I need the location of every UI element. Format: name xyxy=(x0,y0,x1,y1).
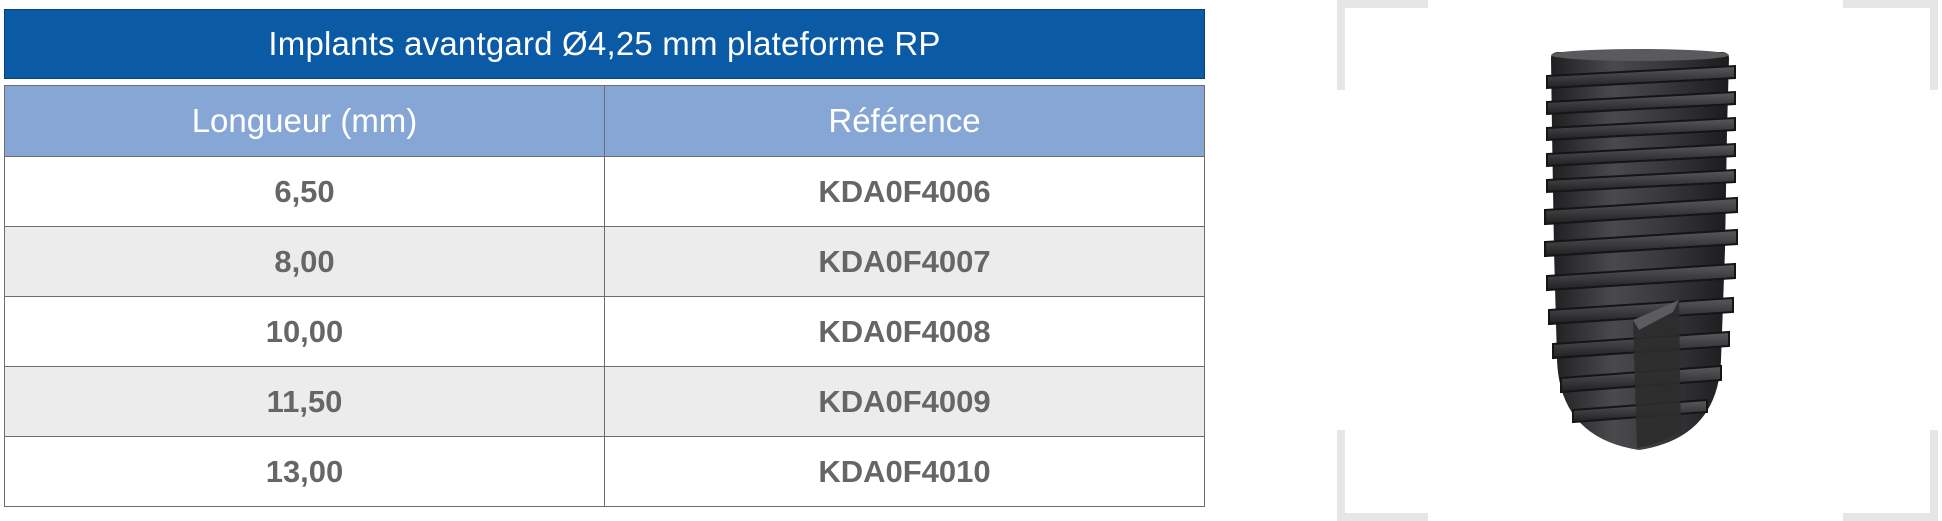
reference-cell: KDA0F4009 xyxy=(604,366,1205,437)
length-cell: 11,50 xyxy=(4,366,605,437)
dental-implant-icon xyxy=(1337,0,1938,521)
reference-cell: KDA0F4006 xyxy=(604,156,1205,227)
table-row: 8,00 KDA0F4007 xyxy=(4,226,1205,297)
table-header-row: Longueur (mm) Référence xyxy=(4,85,1205,157)
reference-cell: KDA0F4010 xyxy=(604,436,1205,507)
table-row: 6,50 KDA0F4006 xyxy=(4,156,1205,227)
table-row: 10,00 KDA0F4008 xyxy=(4,296,1205,367)
reference-cell: KDA0F4008 xyxy=(604,296,1205,367)
table-row: 13,00 KDA0F4010 xyxy=(4,436,1205,507)
reference-cell: KDA0F4007 xyxy=(604,226,1205,297)
implant-reference-table: Longueur (mm) Référence 6,50 KDA0F4006 8… xyxy=(4,85,1205,507)
length-cell: 8,00 xyxy=(4,226,605,297)
table-title: Implants avantgard Ø4,25 mm plateforme R… xyxy=(4,9,1205,79)
length-cell: 10,00 xyxy=(4,296,605,367)
product-image xyxy=(1333,0,1942,521)
length-cell: 13,00 xyxy=(4,436,605,507)
column-header-length: Longueur (mm) xyxy=(4,85,605,157)
column-header-reference: Référence xyxy=(604,85,1205,157)
table-row: 11,50 KDA0F4009 xyxy=(4,366,1205,437)
length-cell: 6,50 xyxy=(4,156,605,227)
